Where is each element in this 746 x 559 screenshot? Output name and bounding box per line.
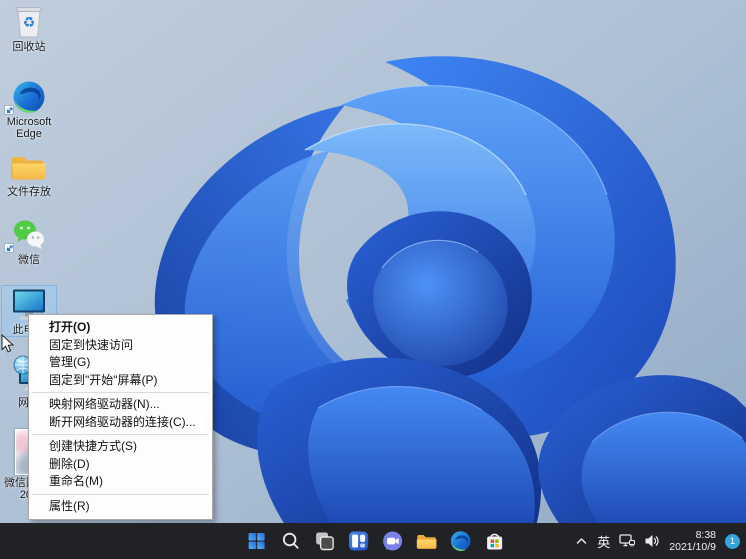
menu-item-disconnect-network-drive[interactable]: 断开网络驱动器的连接(C)... — [29, 414, 212, 432]
taskbar-center-icons — [245, 523, 507, 559]
speaker-icon — [644, 533, 660, 549]
edge-taskbar-button[interactable] — [449, 529, 473, 553]
svg-text:♻: ♻ — [23, 14, 36, 30]
icon-label: 回收站 — [2, 42, 56, 54]
desktop-icon-edge[interactable]: Microsoft Edge — [2, 78, 56, 140]
search-icon — [280, 530, 302, 552]
store-icon — [484, 530, 506, 552]
ime-indicator[interactable]: 英 — [597, 532, 610, 551]
volume-button[interactable] — [644, 533, 660, 549]
icon-label: 微信 — [2, 255, 56, 267]
menu-item-pin-to-start[interactable]: 固定到"开始"屏幕(P) — [29, 372, 212, 390]
system-tray: 英 8:38 2021/10 — [575, 523, 740, 559]
start-button[interactable] — [245, 529, 269, 553]
menu-item-properties[interactable]: 属性(R) — [29, 498, 212, 516]
menu-item-manage[interactable]: 管理(G) — [29, 354, 212, 372]
widgets-icon — [348, 530, 370, 552]
store-button[interactable] — [483, 529, 507, 553]
menu-separator — [32, 434, 209, 435]
edge-icon — [2, 78, 56, 115]
desktop-screen: ♻ 回收站 Mi — [0, 0, 746, 559]
menu-item-map-network-drive[interactable]: 映射网络驱动器(N)... — [29, 396, 212, 414]
recycle-bin-icon: ♻ — [2, 3, 56, 40]
search-button[interactable] — [279, 529, 303, 553]
wechat-icon — [2, 216, 56, 253]
chevron-up-icon — [575, 535, 588, 548]
hidden-icons-button[interactable] — [575, 535, 588, 548]
ethernet-icon — [619, 533, 635, 549]
menu-item-rename[interactable]: 重命名(M) — [29, 473, 212, 491]
taskbar: 英 8:38 2021/10 — [0, 523, 746, 559]
mouse-cursor — [1, 334, 14, 358]
shortcut-arrow-icon — [4, 105, 14, 115]
menu-separator — [32, 494, 209, 495]
windows-logo-icon — [246, 530, 268, 552]
menu-item-pin-quick-access[interactable]: 固定到快速访问 — [29, 337, 212, 355]
network-tray-button[interactable] — [619, 533, 635, 549]
menu-item-open[interactable]: 打开(O) — [29, 319, 212, 337]
edge-icon — [450, 530, 472, 552]
context-menu: 打开(O) 固定到快速访问 管理(G) 固定到"开始"屏幕(P) 映射网络驱动器… — [28, 314, 213, 520]
menu-item-delete[interactable]: 删除(D) — [29, 456, 212, 474]
widgets-button[interactable] — [347, 529, 371, 553]
file-explorer-icon — [416, 530, 438, 552]
clock-time: 8:38 — [669, 529, 716, 541]
chat-icon — [382, 530, 404, 552]
clock[interactable]: 8:38 2021/10/9 — [669, 529, 716, 553]
file-explorer-button[interactable] — [415, 529, 439, 553]
task-view-button[interactable] — [313, 529, 337, 553]
shortcut-arrow-icon — [4, 243, 14, 253]
icon-label: 文件存放 — [2, 187, 56, 199]
task-view-icon — [314, 530, 336, 552]
desktop-icon-recycle-bin[interactable]: ♻ 回收站 — [2, 3, 56, 54]
desktop-icon-files-folder[interactable]: 文件存放 — [2, 148, 56, 199]
icon-label: Microsoft Edge — [2, 117, 56, 140]
chat-button[interactable] — [381, 529, 405, 553]
menu-separator — [32, 392, 209, 393]
desktop-icon-wechat[interactable]: 微信 — [2, 216, 56, 267]
clock-date: 2021/10/9 — [669, 541, 716, 553]
menu-item-create-shortcut[interactable]: 创建快捷方式(S) — [29, 438, 212, 456]
notification-badge[interactable]: 1 — [725, 534, 740, 549]
folder-icon — [2, 148, 56, 185]
